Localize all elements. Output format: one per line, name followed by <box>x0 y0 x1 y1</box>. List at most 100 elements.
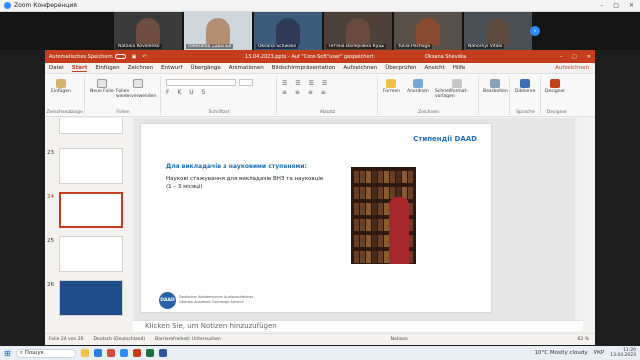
edge-icon[interactable] <box>93 349 102 357</box>
ppt-window-controls: – □ ✕ <box>560 54 591 60</box>
participant-video <box>486 18 510 46</box>
close-icon[interactable]: ✕ <box>629 2 634 9</box>
tab-entwurf[interactable]: Entwurf <box>161 65 182 71</box>
shapes-label: Formen <box>383 89 400 94</box>
slide-editing-area: Стипендії DAAD Для викладачів з науковим… <box>133 118 583 320</box>
minimize-icon[interactable]: – <box>560 54 563 60</box>
slide-thumbnail[interactable] <box>59 118 123 134</box>
group-caption: Designer <box>546 110 568 115</box>
slide-number: 24 <box>47 194 54 200</box>
participant-name: Nahornyi Vitalii <box>466 44 505 49</box>
slide-count: Folie 24 von 26 <box>49 337 84 342</box>
minimize-icon[interactable]: – <box>600 2 603 9</box>
group-caption: Zeichnen <box>418 110 439 115</box>
participant-tile[interactable]: Nataliia Kovalenko <box>114 12 182 50</box>
slide-body[interactable]: Наукові стажування для викладачів ВНЗ та… <box>166 175 326 191</box>
slide-thumbnail[interactable] <box>59 148 123 184</box>
excel-app-icon[interactable] <box>145 349 154 357</box>
windows-taskbar: ⊞ ⌕ Пошук 10°C Mostly cloudy УКР 11:20 1… <box>0 346 640 360</box>
edit-button[interactable]: Bearbeiten <box>483 79 508 94</box>
participant-tile[interactable]: Oksana Schwake <box>254 12 322 50</box>
format-buttons[interactable]: F K U S <box>166 89 208 96</box>
clock[interactable]: 11:20 13.04.2023 <box>610 348 636 358</box>
weather-widget[interactable]: 10°C Mostly cloudy <box>535 350 588 356</box>
arrange-label: Anordnen <box>407 89 429 94</box>
file-explorer-icon[interactable] <box>80 349 89 357</box>
tab-uebergaenge[interactable]: Übergänge <box>190 65 220 71</box>
library-photo[interactable] <box>351 167 416 264</box>
zoom-level[interactable]: 62 % <box>578 337 589 342</box>
windows-start-icon[interactable]: ⊞ <box>4 349 11 358</box>
participant-video <box>416 18 440 46</box>
designer-icon <box>550 79 561 88</box>
tab-bildschirmpraesentation[interactable]: Bildschirmpräsentation <box>272 65 336 71</box>
quick-styles-label: Schnellformat-vorlagen <box>435 89 468 99</box>
input-language[interactable]: УКР <box>594 350 605 356</box>
quick-styles-button[interactable]: Schnellformat-vorlagen <box>435 79 478 99</box>
slide-subtitle[interactable]: Для викладачів з науковими ступенями: <box>166 163 307 170</box>
tab-einfuegen[interactable]: Einfügen <box>95 65 119 71</box>
dictate-label: Diktieren <box>515 89 536 94</box>
tab-datei[interactable]: Datei <box>49 65 64 71</box>
group-caption: Folien <box>116 110 130 115</box>
group-caption: Schriftart <box>208 110 230 115</box>
notes-button[interactable]: Notizen <box>391 337 408 342</box>
language-indicator[interactable]: Deutsch (Deutschland) <box>93 337 145 342</box>
tab-zeichnen[interactable]: Zeichnen <box>128 65 154 71</box>
shapes-button[interactable]: Formen <box>383 79 400 94</box>
notes-pane[interactable]: Klicken Sie, um Notizen hinzuzufügen <box>133 320 583 331</box>
slide-thumbnail[interactable] <box>59 280 123 316</box>
word-app-icon[interactable] <box>158 349 167 357</box>
designer-button[interactable]: Designer <box>545 79 565 94</box>
chrome-icon[interactable] <box>106 349 115 357</box>
vertical-scrollbar[interactable] <box>575 118 583 320</box>
autosave-label: Automatisches Speichern <box>49 53 113 60</box>
participant-name: Oleksandr Labenko <box>186 44 234 49</box>
reuse-slides-button[interactable]: Folien wiederverwenden <box>116 79 160 99</box>
paste-button[interactable]: Einfügen <box>51 79 71 94</box>
tab-ueberpruefen[interactable]: Überprüfen <box>385 65 416 71</box>
participant-name: Тетяна Валеріївна Куць <box>326 44 387 49</box>
close-icon[interactable]: ✕ <box>587 54 591 60</box>
accessibility-check[interactable]: Barrierefreiheit: Untersuchen <box>155 337 221 342</box>
participant-name: Yuliia Pechoga <box>396 44 433 49</box>
save-icon[interactable]: ▣ <box>132 54 137 60</box>
next-participants-icon[interactable]: › <box>530 26 540 36</box>
record-button[interactable]: Aufzeichnen <box>555 65 589 71</box>
tab-animationen[interactable]: Animationen <box>229 65 264 71</box>
font-family-dropdown[interactable] <box>166 79 236 86</box>
paragraph-buttons[interactable]: ☰ ☰ ☰ ☰ <box>282 80 330 87</box>
arrange-button[interactable]: Anordnen <box>407 79 429 94</box>
ribbon-tabs: Datei Start Einfügen Zeichnen Entwurf Üb… <box>45 63 595 74</box>
maximize-icon[interactable]: □ <box>613 2 619 9</box>
new-slide-button[interactable]: Neue Folie <box>90 79 114 94</box>
zoom-app-icon[interactable] <box>119 349 128 357</box>
slide-title[interactable]: Стипендії DAAD <box>413 135 477 143</box>
toggle-icon <box>114 54 126 59</box>
tab-start[interactable]: Start <box>71 65 88 72</box>
zoom-window-title: Zoom Конференция <box>14 2 77 9</box>
participant-tile[interactable]: Oleksandr Labenko <box>184 12 252 50</box>
alignment-buttons[interactable]: ≡ ≡ ≡ ≡ <box>282 89 329 96</box>
user-name[interactable]: Oksana Shevska <box>425 54 466 60</box>
slide-thumbnail[interactable] <box>59 236 123 272</box>
slide-thumbnail-selected[interactable] <box>59 192 123 228</box>
bookshelf-row <box>354 171 413 183</box>
undo-icon[interactable]: ↶ <box>142 54 146 60</box>
current-slide[interactable]: Стипендії DAAD Для викладачів з науковим… <box>141 124 491 312</box>
participant-tile[interactable]: Тетяна Валеріївна Куць <box>324 12 392 50</box>
participant-tile[interactable]: Yuliia Pechoga <box>394 12 462 50</box>
reading-person <box>389 197 409 264</box>
autosave-toggle[interactable]: Automatisches Speichern <box>49 54 126 60</box>
taskbar-search[interactable]: ⌕ Пошук <box>15 348 76 358</box>
dictate-button[interactable]: Diktieren <box>515 79 535 94</box>
tab-hilfe[interactable]: Hilfe <box>453 65 466 71</box>
tab-aufzeichnen[interactable]: Aufzeichnen <box>343 65 377 71</box>
maximize-icon[interactable]: □ <box>572 54 577 60</box>
font-size-dropdown[interactable] <box>239 79 253 86</box>
paste-label: Einfügen <box>51 89 71 94</box>
slide-number: 25 <box>47 238 54 244</box>
powerpoint-app-icon[interactable] <box>132 349 141 357</box>
participant-tile[interactable]: Nahornyi Vitalii <box>464 12 532 50</box>
tab-ansicht[interactable]: Ansicht <box>424 65 444 71</box>
